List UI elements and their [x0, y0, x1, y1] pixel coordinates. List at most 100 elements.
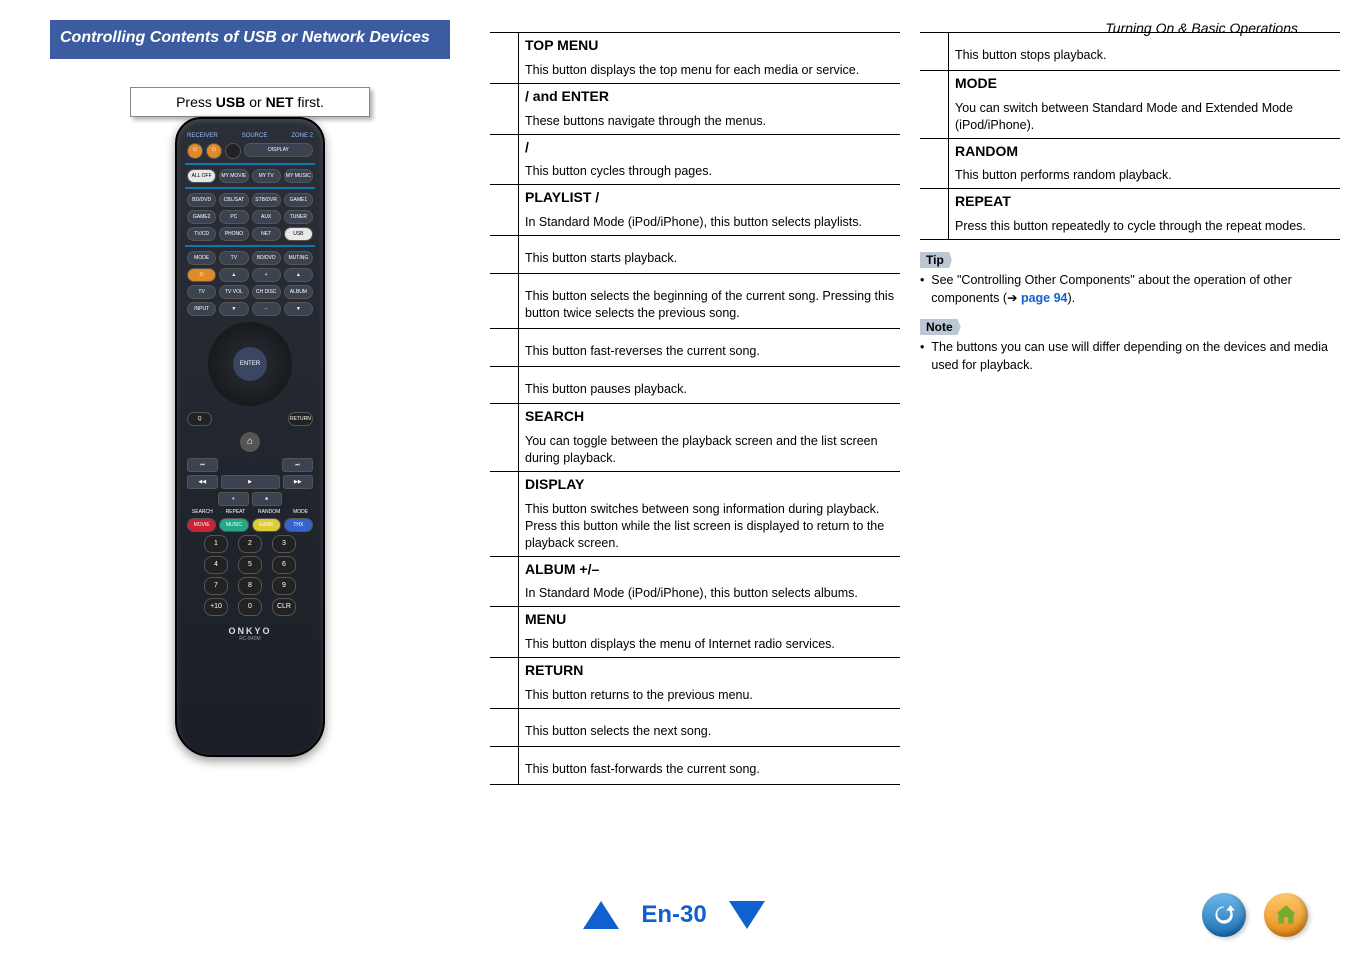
row-title: / [519, 134, 901, 160]
remote-control-image: RECEIVER SOURCE ZONE 2 ⏻ ⏻ DISPLAY ALL O… [175, 117, 325, 757]
album-label: ALBUM [284, 285, 313, 299]
remote-model: RC-840M [187, 636, 313, 642]
row-body: This button cycles through pages. [519, 160, 901, 184]
row-body: This button fast-forwards the current so… [519, 746, 901, 784]
prev-page-button[interactable] [583, 901, 619, 929]
row-body: In Standard Mode (iPod/iPhone), this but… [519, 582, 901, 606]
remote-label: MODE [293, 509, 308, 515]
zone-button [225, 143, 241, 159]
muting-button: MUTING [284, 251, 313, 265]
row-title: RANDOM [949, 138, 1341, 164]
play-icon: ▶ [221, 475, 280, 489]
press-usb: USB [216, 94, 246, 110]
tip-text: • See "Controlling Other Components" abo… [920, 272, 1340, 307]
row-body: This button starts playback. [519, 236, 901, 274]
input-button: STB/DVR [252, 193, 281, 207]
up-icon: ▲ [219, 268, 248, 282]
num-plus10: +10 [204, 598, 228, 616]
page-link[interactable]: page 94 [1021, 291, 1068, 305]
ffwd-icon: ▶▶ [283, 475, 314, 489]
press-after: first. [294, 94, 324, 110]
row-title: PLAYLIST / [519, 185, 901, 211]
ch-button: + [252, 268, 281, 282]
input-button: PC [219, 210, 248, 224]
input-button: TUNER [284, 210, 313, 224]
row-body: This button pauses playback. [519, 366, 901, 404]
row-title: RETURN [519, 658, 901, 684]
chdisc-label: CH DISC [252, 285, 281, 299]
row-body: You can switch between Standard Mode and… [949, 97, 1341, 138]
input-button: CBL/SAT [219, 193, 248, 207]
tvvol-label: TV VOL [219, 285, 248, 299]
press-net: NET [266, 94, 294, 110]
onkyo-logo: ONKYO [187, 626, 313, 636]
section-title: Controlling Contents of USB or Network D… [50, 20, 450, 59]
row-title: REPEAT [949, 189, 1341, 215]
q-button: Q [187, 412, 212, 426]
vol-button: ⏻ [187, 268, 216, 282]
album-down-icon: ▼ [284, 302, 313, 316]
row-title: / and ENTER [519, 83, 901, 109]
back-button[interactable] [1202, 893, 1246, 937]
input-button: GAME2 [187, 210, 216, 224]
tv-button: TV [219, 251, 248, 265]
num-clr: CLR [272, 598, 296, 616]
num-6: 6 [272, 556, 296, 574]
mymusic-button: MY MUSIC [284, 169, 313, 183]
row-body: These buttons navigate through the menus… [519, 110, 901, 134]
row-body: This button displays the top menu for ea… [519, 59, 901, 83]
input-button: BD/DVD [187, 193, 216, 207]
tip-label: Tip [920, 252, 952, 268]
input-button: GAME1 [284, 193, 313, 207]
next-page-button[interactable] [729, 901, 765, 929]
rewind-icon: ◀◀ [187, 475, 218, 489]
tv-label: TV [187, 285, 216, 299]
num-2: 2 [238, 535, 262, 553]
row-body: This button selects the beginning of the… [519, 273, 901, 328]
home-button[interactable] [1264, 893, 1308, 937]
num-9: 9 [272, 577, 296, 595]
button-table-col3: This button stops playback.MODEYou can s… [920, 32, 1340, 240]
minus-icon: – [252, 302, 281, 316]
note-body: The buttons you can use will differ depe… [931, 339, 1340, 374]
row-body: This button performs random playback. [949, 164, 1341, 188]
note-label: Note [920, 319, 961, 335]
press-first-box: Press USB or NET first. [130, 87, 370, 117]
row-body: In Standard Mode (iPod/iPhone), this but… [519, 211, 901, 235]
num-4: 4 [204, 556, 228, 574]
row-title: TOP MENU [519, 33, 901, 59]
note-text: • The buttons you can use will differ de… [920, 339, 1340, 374]
thx-button: THX [284, 518, 313, 532]
input-button: AUX [252, 210, 281, 224]
row-body: This button displays the menu of Interne… [519, 633, 901, 657]
bddvd-button: BD/DVD [252, 251, 281, 265]
row-body: This button returns to the previous menu… [519, 684, 901, 708]
display-button: DISPLAY [244, 143, 313, 157]
input-button: TV/CD [187, 227, 216, 241]
mytv-button: MY TV [252, 169, 281, 183]
num-0: 0 [238, 598, 262, 616]
pause-icon: ⏸ [218, 492, 248, 506]
row-body: This button stops playback. [949, 33, 1341, 71]
music-button: MUSIC [219, 518, 248, 532]
chapter-header: Turning On & Basic Operations [1105, 20, 1298, 36]
stop-icon: ⏹ [252, 492, 282, 506]
return-button: RETURN [288, 412, 313, 426]
page-number: En-30 [641, 901, 706, 929]
row-title: MODE [949, 70, 1341, 96]
row-title: SEARCH [519, 404, 901, 430]
row-body: This button fast-reverses the current so… [519, 328, 901, 366]
remote-label: RECEIVER [187, 133, 218, 139]
tip-body-a: See "Controlling Other Components" about… [931, 273, 1292, 305]
prev-icon: ⏮ [187, 458, 218, 472]
down-icon: ▼ [219, 302, 248, 316]
num-5: 5 [238, 556, 262, 574]
home-icon: ⌂ [240, 432, 260, 452]
remote-label: REPEAT [226, 509, 246, 515]
remote-label: SEARCH [192, 509, 213, 515]
row-body: This button switches between song inform… [519, 498, 901, 556]
row-body: Press this button repeatedly to cycle th… [949, 215, 1341, 239]
press-or: or [245, 94, 265, 110]
game-button: GAME [252, 518, 281, 532]
input-button: NET [252, 227, 281, 241]
